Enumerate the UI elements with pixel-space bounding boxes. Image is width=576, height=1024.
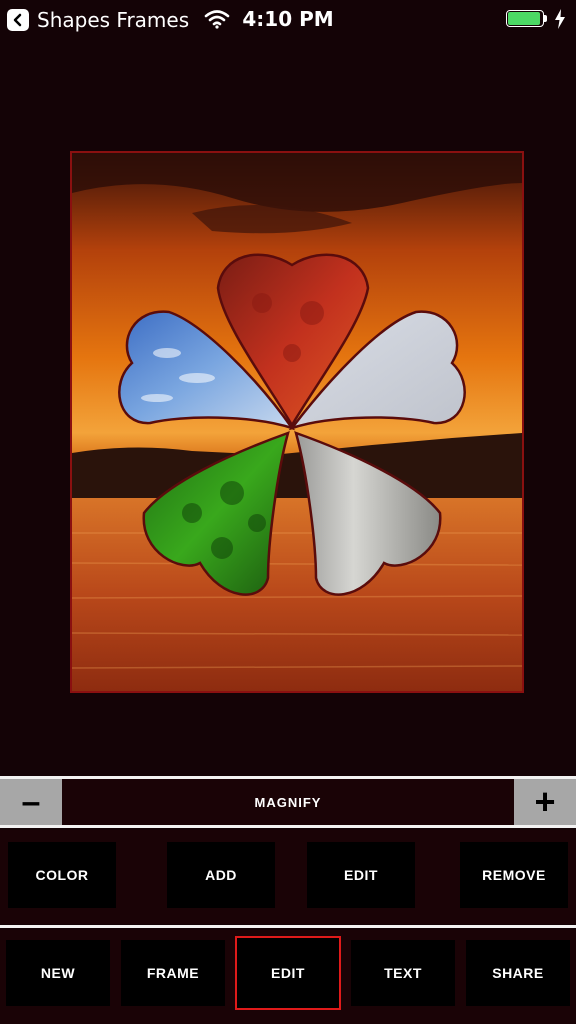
- battery-icon: [506, 10, 548, 29]
- new-button[interactable]: NEW: [6, 940, 110, 1006]
- edit-toolbar: COLOR ADD EDIT REMOVE: [0, 830, 576, 924]
- text-button[interactable]: TEXT: [351, 940, 455, 1006]
- charging-bolt-icon: [554, 9, 566, 34]
- status-time: 4:10 PM: [242, 7, 334, 31]
- frame-button[interactable]: FRAME: [121, 940, 225, 1006]
- zoom-out-button[interactable]: –: [0, 779, 62, 825]
- share-button[interactable]: SHARE: [466, 940, 570, 1006]
- zoom-in-button[interactable]: +: [514, 779, 576, 825]
- divider: [0, 925, 576, 928]
- divider: [0, 825, 576, 828]
- magnify-bar: – MAGNIFY +: [0, 779, 576, 825]
- color-button[interactable]: COLOR: [8, 842, 116, 908]
- remove-button[interactable]: REMOVE: [460, 842, 568, 908]
- magnify-label: MAGNIFY: [254, 794, 322, 810]
- flower-frame-artwork: [72, 153, 522, 691]
- add-button[interactable]: ADD: [167, 842, 275, 908]
- edit-shape-button[interactable]: EDIT: [307, 842, 415, 908]
- photo-canvas[interactable]: [70, 151, 524, 693]
- status-bar: Shapes Frames 4:10 PM: [0, 0, 576, 40]
- edit-button[interactable]: EDIT: [235, 936, 341, 1010]
- main-toolbar: NEW FRAME EDIT TEXT SHARE: [0, 930, 576, 1024]
